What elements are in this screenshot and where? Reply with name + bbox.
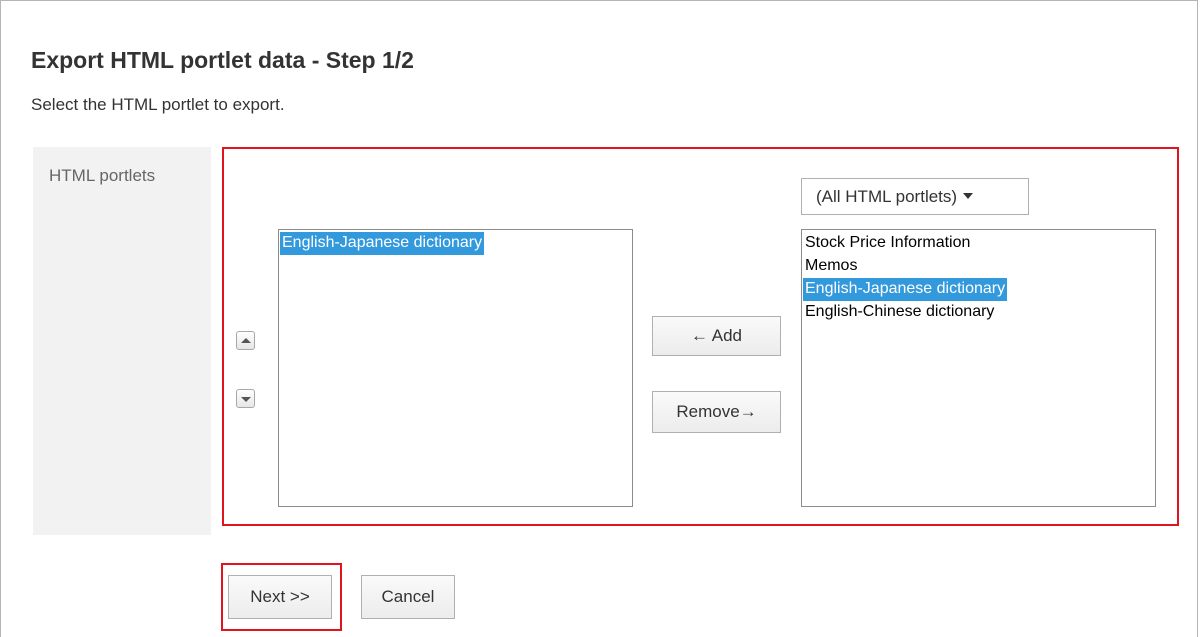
page-title: Export HTML portlet data - Step 1/2 (31, 47, 414, 73)
available-portlets-list[interactable]: Stock Price Information Memos English-Ja… (801, 229, 1156, 507)
triangle-down-icon (241, 397, 251, 402)
list-item-label: English-Japanese dictionary (280, 232, 485, 255)
dropdown-value: (All HTML portlets) (816, 187, 958, 206)
triangle-up-icon (241, 338, 251, 343)
add-button[interactable]: ← Add (652, 316, 781, 356)
list-item[interactable]: English-Japanese dictionary (803, 278, 1155, 301)
list-item[interactable]: English-Japanese dictionary (280, 232, 632, 255)
list-item[interactable]: English-Chinese dictionary (803, 301, 1155, 324)
move-down-button[interactable] (236, 389, 255, 408)
list-item[interactable]: Stock Price Information (803, 232, 1155, 255)
caret-down-icon (963, 192, 974, 199)
field-label: HTML portlets (49, 166, 156, 185)
list-item-label: English-Japanese dictionary (803, 278, 1008, 301)
list-item[interactable]: Memos (803, 255, 1155, 278)
list-item-label: Stock Price Information (805, 234, 971, 251)
list-item-label: Memos (805, 257, 858, 274)
next-button[interactable]: Next >> (228, 575, 332, 619)
selected-portlets-list[interactable]: English-Japanese dictionary (278, 229, 633, 507)
field-label-cell: HTML portlets (33, 147, 211, 535)
move-up-button[interactable] (236, 331, 255, 350)
cancel-button[interactable]: Cancel (361, 575, 455, 619)
list-item-label: English-Chinese dictionary (805, 303, 995, 320)
page-description: Select the HTML portlet to export. (31, 95, 285, 114)
remove-button[interactable]: Remove→ (652, 391, 781, 433)
portlet-filter-dropdown[interactable]: (All HTML portlets) (801, 178, 1029, 215)
